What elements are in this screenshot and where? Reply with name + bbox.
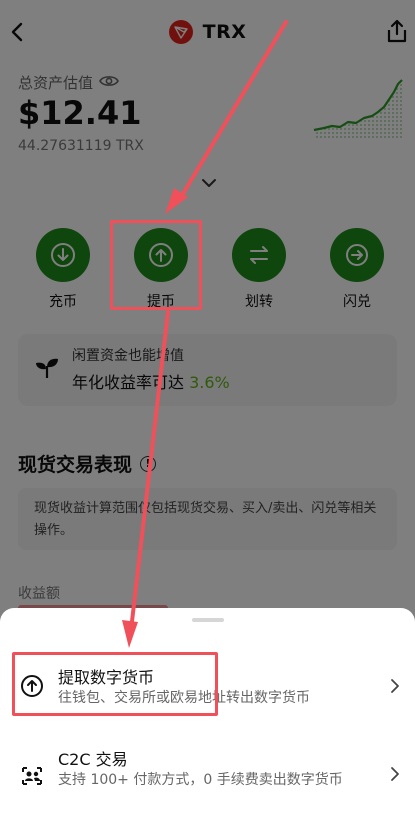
option-c2c-trade[interactable]: C2C 交易 支持 100+ 付款方式，0 手续费卖出数字货币 bbox=[0, 736, 415, 816]
chevron-right-icon bbox=[391, 767, 399, 781]
sheet-handle[interactable] bbox=[192, 618, 224, 622]
option-desc: 支持 100+ 付款方式，0 手续费卖出数字货币 bbox=[58, 772, 343, 788]
chevron-right-icon bbox=[391, 679, 399, 693]
c2c-users-icon bbox=[22, 767, 42, 785]
option-title: C2C 交易 bbox=[58, 750, 128, 769]
highlight-withdraw-action bbox=[110, 220, 202, 310]
highlight-withdraw-option bbox=[12, 652, 218, 716]
